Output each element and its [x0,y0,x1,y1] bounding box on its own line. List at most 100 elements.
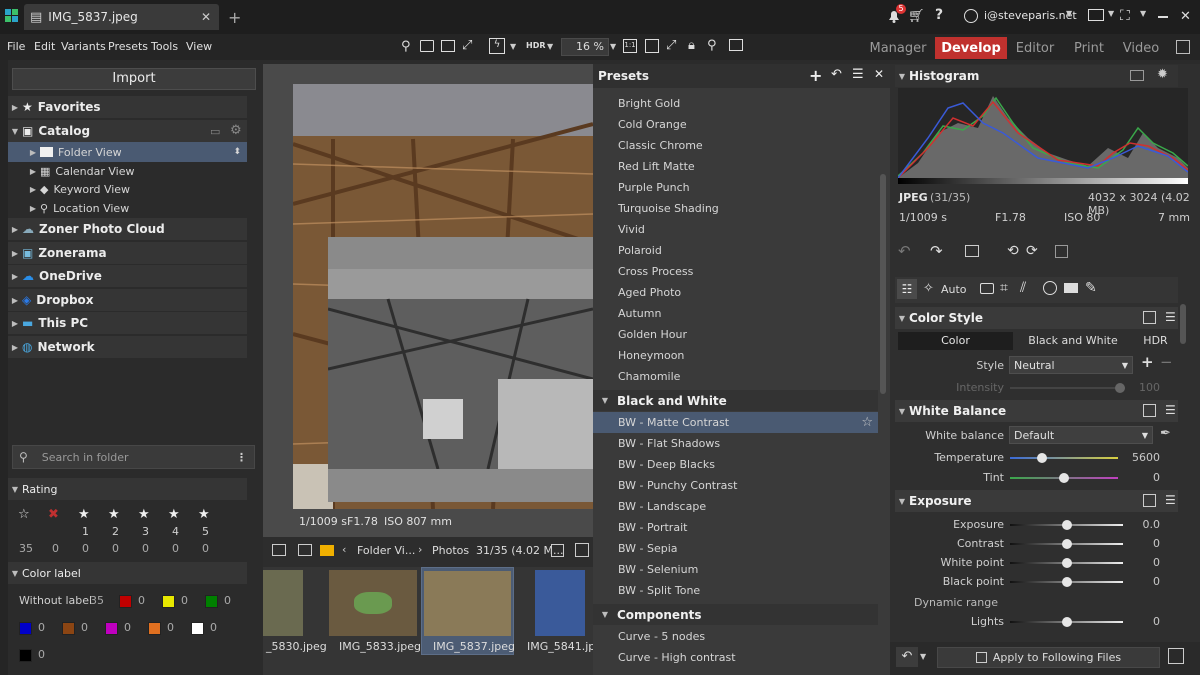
expand-caret-icon[interactable]: ▶ [26,204,40,213]
black-point-knob[interactable] [1062,577,1072,587]
user-avatar-icon[interactable] [964,9,978,23]
preset-group-components[interactable]: ▼ Components [593,604,878,625]
tab-black-and-white[interactable]: Black and White [1013,332,1133,350]
add-style-icon[interactable]: + [1141,353,1154,371]
cart-icon[interactable]: 🛒︎ [908,9,925,24]
section-menu-icon[interactable]: ☰ [1165,403,1176,417]
quick-fix-chevron-icon[interactable]: ▼ [510,42,516,51]
menu-view[interactable]: View [186,40,212,53]
location-pin-icon[interactable]: ⚲ [401,39,411,54]
copy-settings-icon[interactable] [1143,311,1156,324]
fullscreen-icon[interactable]: ⛶ [1120,8,1130,24]
tab-color[interactable]: Color [898,332,1013,350]
star-icon[interactable]: ★ [78,507,90,522]
preset-item[interactable]: Chamomile [593,366,878,387]
thumbnail[interactable] [263,570,303,636]
more-options-icon[interactable]: ⋮ [236,451,247,464]
tree-dropbox[interactable]: ▶ ◈ Dropbox [8,289,247,311]
without-label[interactable]: Without label [19,594,92,607]
preset-item[interactable]: Red Lift Matte [593,156,878,177]
expand-icon[interactable]: ⤢ [666,38,676,53]
preset-item[interactable]: Cold Orange [593,114,878,135]
copy-settings-icon[interactable] [1143,404,1156,417]
tree-zoner-photo-cloud[interactable]: ▶ ☁ Zoner Photo Cloud [8,218,247,240]
auto-button[interactable]: Auto [941,283,967,296]
camera-icon[interactable] [980,283,994,294]
undo-preset-icon[interactable]: ↶ [831,67,842,82]
collapse-caret-icon[interactable]: ▼ [593,396,617,405]
fit-window-icon[interactable] [645,39,659,53]
color-swatch-magenta[interactable] [105,622,118,635]
preset-item[interactable]: Autumn [593,303,878,324]
add-folder-icon[interactable]: ▭ [210,125,220,138]
document-tab[interactable]: ▤ IMG_5837.jpeg ✕ [24,4,219,30]
reset-chevron-icon[interactable]: ▼ [920,652,926,661]
zoom-field[interactable]: 16 % [561,38,609,56]
menu-variants[interactable]: Variants [61,40,106,53]
fit-screen-icon[interactable]: ⤢ [462,38,472,53]
color-swatch-orange[interactable] [148,622,161,635]
lights-knob[interactable] [1062,617,1072,627]
close-tab-icon[interactable]: ✕ [201,10,211,24]
lens-icon[interactable] [1043,281,1057,295]
temperature-slider[interactable] [1010,457,1118,459]
module-video[interactable]: Video [1118,37,1164,59]
lock-icon[interactable]: 🔒︎ [688,38,695,53]
tree-onedrive[interactable]: ▶ ☁ OneDrive [8,265,247,287]
reset-icon[interactable]: ↶ [896,647,918,667]
bw-preview-image[interactable] [328,269,593,469]
tree-keyword-view[interactable]: ▶ ◆ Keyword View [8,179,247,199]
rotate-right-icon[interactable]: ⟳ [1026,243,1038,259]
preset-item[interactable]: BW - Selenium [593,559,878,580]
loupe-icon[interactable]: ⚲ [707,38,717,53]
preset-item[interactable]: BW - Landscape [593,496,878,517]
color-style-header[interactable]: ▼ Color Style ☰ [895,307,1178,329]
module-print[interactable]: Print [1064,37,1114,59]
collapse-caret-icon[interactable]: ▼ [593,610,617,619]
gradient-filter-icon[interactable] [1064,283,1078,293]
crop-icon[interactable]: ⌗ [1000,280,1008,296]
actual-size-icon[interactable]: 1:1 [623,39,637,53]
collapse-caret-icon[interactable]: ▼ [895,497,909,506]
filmstrip-icon[interactable] [272,544,286,556]
preset-item[interactable]: BW - Split Tone [593,580,878,601]
preset-item[interactable]: Curve - 5 nodes [593,626,878,647]
tree-catalog[interactable]: ▼ ▣ Catalog ▭ ⚙ [8,120,247,142]
preset-item[interactable]: Classic Chrome [593,135,878,156]
star-icon[interactable]: ★ [198,507,210,522]
magic-wand-icon[interactable]: ✧ [923,281,934,296]
collapse-caret-icon[interactable]: ▼ [895,72,909,81]
preset-item[interactable]: Turquoise Shading [593,198,878,219]
preset-item[interactable]: Polaroid [593,240,878,261]
export-settings-icon[interactable] [1168,648,1184,664]
preset-item-selected[interactable]: BW - Matte Contrast ☆ [593,412,878,433]
white-point-knob[interactable] [1062,558,1072,568]
breadcrumb-folder[interactable]: Folder Vi... [357,544,415,557]
tree-this-pc[interactable]: ▶ ▬ This PC [8,312,247,334]
perspective-icon[interactable]: ⫽ [1020,280,1026,296]
white-balance-select[interactable]: Default ▼ [1009,426,1153,444]
preset-item[interactable]: Curve - High contrast [593,647,878,668]
folder-icon[interactable] [420,40,434,52]
minimize-icon[interactable] [1158,16,1168,18]
up-folder-icon[interactable] [298,544,312,556]
import-button[interactable]: Import [12,68,256,90]
intensity-slider[interactable] [1010,387,1125,389]
apply-to-following-button[interactable]: Apply to Following Files [937,647,1160,668]
new-tab-button[interactable]: + [228,8,241,27]
section-menu-icon[interactable]: ☰ [1165,493,1176,507]
adjustments-icon[interactable]: ☷ [897,279,917,299]
tree-zonerama[interactable]: ▶ ▣ Zonerama [8,242,247,264]
expand-caret-icon[interactable]: ▶ [26,167,40,176]
collapse-caret-icon[interactable]: ▼ [895,407,909,416]
search-box[interactable]: ⚲ Search in folder ⋮ [12,445,255,469]
sort-updown-icon[interactable]: ⬍ [233,147,241,157]
close-window-icon[interactable]: ✕ [1180,9,1191,24]
expand-caret-icon[interactable]: ▶ [8,296,22,305]
expand-caret-icon[interactable]: ▶ [8,272,22,281]
preset-item[interactable]: Vivid [593,219,878,240]
quick-fix-icon[interactable]: ϟ [489,38,505,54]
scrollbar[interactable] [880,174,886,394]
camera-icon[interactable] [1130,70,1144,81]
user-email[interactable]: i@steveparis.net [984,9,1077,22]
